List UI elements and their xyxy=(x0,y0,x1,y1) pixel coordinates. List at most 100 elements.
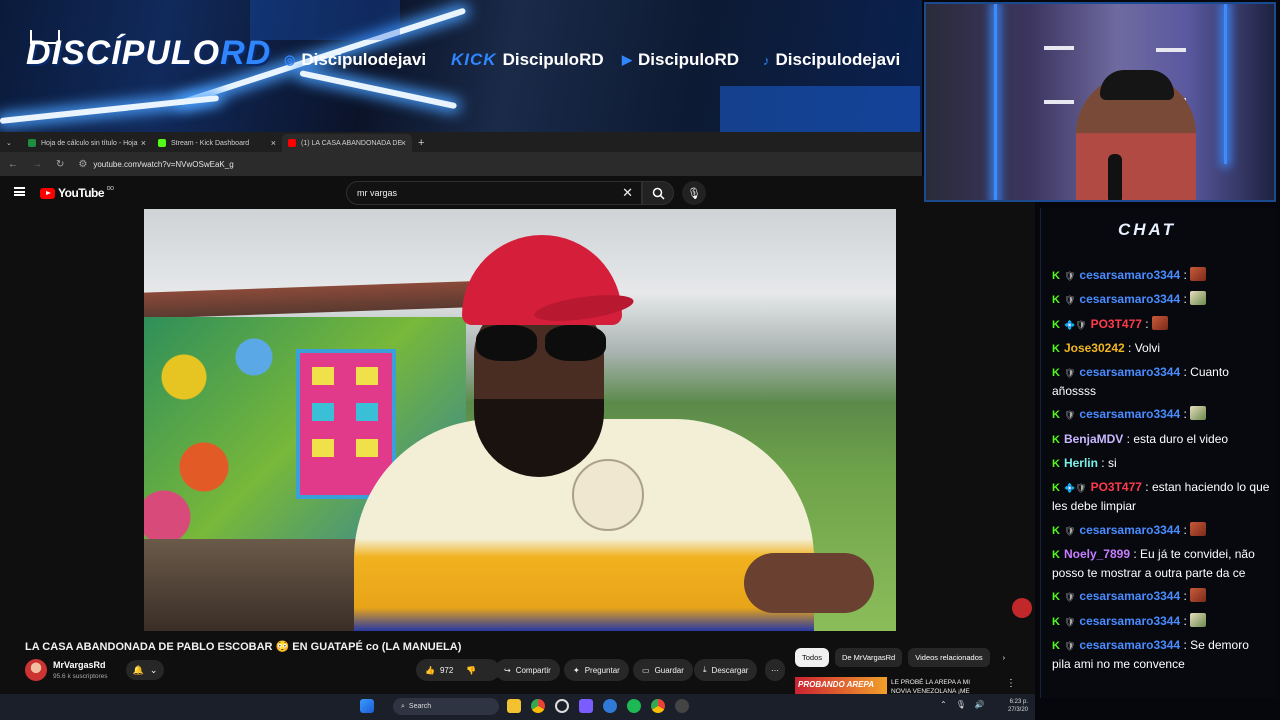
chat-username[interactable]: cesarsamaro3344 xyxy=(1079,365,1180,379)
more-actions-button[interactable]: ⋯ xyxy=(765,659,785,681)
search-icon: ⌕ xyxy=(401,702,405,710)
close-icon[interactable]: × xyxy=(141,138,146,148)
clear-search-icon[interactable]: ✕ xyxy=(622,185,633,201)
tab-sheets[interactable]: Hoja de cálculo sin título - Hoja × xyxy=(22,134,152,152)
kick-icon xyxy=(158,139,166,147)
chat-message: K Jose30242 : Volvi xyxy=(1052,339,1270,358)
discord-icon[interactable] xyxy=(579,699,593,713)
chat-username[interactable]: PO3T477 xyxy=(1091,480,1142,494)
chat-message: K 🛡 cesarsamaro3344 : xyxy=(1052,290,1270,309)
volume-icon: 🔊 xyxy=(974,700,985,709)
emote-icon xyxy=(1190,267,1207,281)
chevron-right-icon[interactable]: › xyxy=(996,648,1013,667)
forward-icon[interactable]: → xyxy=(32,159,42,170)
download-button[interactable]: ⤓ Descargar xyxy=(694,659,758,681)
back-icon[interactable]: ← xyxy=(8,159,18,170)
logo-accent: RD xyxy=(220,34,272,72)
chat-username[interactable]: cesarsamaro3344 xyxy=(1079,638,1180,652)
kick-icon: K xyxy=(1052,639,1060,652)
chat-separator: : xyxy=(1180,613,1191,628)
video-player[interactable] xyxy=(144,209,896,631)
search-input[interactable]: mr vargas ✕ xyxy=(346,181,642,205)
emote-icon xyxy=(1190,588,1207,603)
chat-message: K 🛡 cesarsamaro3344 : Cuanto añossss xyxy=(1052,363,1270,400)
chat-message: K 🛡 cesarsamaro3344 : xyxy=(1052,266,1270,285)
tab-youtube[interactable]: (1) LA CASA ABANDONADA DE × xyxy=(282,134,412,152)
video-title: LA CASA ABANDONADA DE PABLO ESCOBAR 😳 EN… xyxy=(25,641,462,653)
kick-icon: K xyxy=(1052,482,1060,495)
chat-username[interactable]: cesarsamaro3344 xyxy=(1079,292,1180,306)
voice-search-button[interactable]: 🎙 xyxy=(682,181,706,205)
dislike-icon[interactable]: 👎 xyxy=(466,666,476,675)
reload-icon[interactable]: ↻ xyxy=(56,159,64,170)
tab-kick[interactable]: Stream - Kick Dashboard × xyxy=(152,134,282,152)
emote-icon xyxy=(1190,521,1207,536)
kick-icon: K xyxy=(1052,367,1060,380)
chat-username[interactable]: cesarsamaro3344 xyxy=(1079,268,1180,282)
chat-header: CHAT xyxy=(1118,220,1176,239)
chat-username[interactable]: PO3T477 xyxy=(1091,317,1142,331)
tab-list-button[interactable]: ⌄ xyxy=(0,134,22,152)
ask-button[interactable]: ✦ Preguntar xyxy=(564,659,629,681)
chevron-up-icon: ⌃ xyxy=(940,700,947,709)
system-tray[interactable]: ⌃ 🎙 🔊 xyxy=(940,700,985,709)
chip-related[interactable]: Videos relacionados xyxy=(908,648,990,667)
url-field[interactable]: youtube.com/watch?v=NVwOSwEaK_g xyxy=(93,160,233,169)
sheets-icon xyxy=(28,139,36,147)
chat-username[interactable]: cesarsamaro3344 xyxy=(1079,407,1180,421)
chat-username[interactable]: cesarsamaro3344 xyxy=(1079,589,1180,603)
chat-username[interactable]: Noely_7899 xyxy=(1064,547,1130,561)
chip-all[interactable]: Todos xyxy=(795,648,830,667)
like-dislike-group: 👍 972 👎 xyxy=(416,659,500,681)
chat-username[interactable]: Jose30242 xyxy=(1064,341,1125,355)
emote-icon xyxy=(1190,291,1207,306)
app-icon[interactable] xyxy=(555,699,569,713)
bell-icon: 🔔 xyxy=(132,664,144,675)
chat-separator: : xyxy=(1180,522,1191,537)
save-button[interactable]: ▭ Guardar xyxy=(633,659,693,681)
chip-from-channel[interactable]: De MrVargasRd xyxy=(835,648,903,667)
emote-icon xyxy=(1151,315,1168,330)
chat-messages: K 🛡 cesarsamaro3344 : K 🛡 cesarsamaro3344 : … xyxy=(1052,266,1270,678)
chat-username[interactable]: cesarsamaro3344 xyxy=(1079,614,1180,628)
more-icon[interactable]: ⋮ xyxy=(1006,678,1016,689)
like-icon[interactable]: 👍 xyxy=(425,666,435,675)
chat-separator: : xyxy=(1130,546,1141,561)
emote-icon xyxy=(1190,612,1207,627)
chat-username[interactable]: BenjaMDV xyxy=(1064,432,1123,446)
chat-message: K Herlin : si xyxy=(1052,454,1270,473)
chat-separator: : xyxy=(1180,365,1191,380)
chrome-icon[interactable] xyxy=(651,699,665,713)
new-tab-button[interactable]: + xyxy=(412,134,432,152)
notifications-button[interactable]: 🔔 ⌄ xyxy=(126,660,164,680)
kick-icon: K xyxy=(1052,342,1060,355)
like-count[interactable]: 972 xyxy=(440,666,453,675)
emote-icon xyxy=(1012,598,1032,618)
close-icon[interactable]: × xyxy=(271,138,276,148)
browser-tab-bar: ⌄ Hoja de cálculo sin título - Hoja × Str… xyxy=(0,132,922,152)
youtube-logo[interactable]: YouTube DO xyxy=(40,186,114,200)
start-icon[interactable] xyxy=(360,699,374,713)
app-icon[interactable] xyxy=(675,699,689,713)
badge-icon: 🛡 xyxy=(1063,271,1076,281)
youtube-icon xyxy=(288,139,296,147)
spotify-icon[interactable] xyxy=(627,699,641,713)
close-icon[interactable]: × xyxy=(401,138,406,148)
chat-message: K 💠🛡 PO3T477 : xyxy=(1052,315,1270,334)
chat-message: K 🛡 cesarsamaro3344 : Se demoro pila ami n… xyxy=(1052,636,1270,673)
search-button[interactable] xyxy=(642,181,674,205)
chrome-icon[interactable] xyxy=(531,699,545,713)
kick-icon: K xyxy=(1052,548,1060,561)
taskbar-clock[interactable]: 6:23 p. 27/3/20 xyxy=(1008,698,1028,714)
more-icon: ⋯ xyxy=(771,665,779,675)
file-explorer-icon[interactable] xyxy=(507,699,521,713)
chat-username[interactable]: Herlin xyxy=(1064,456,1098,470)
share-button[interactable]: ↪ Compartir xyxy=(495,659,560,681)
chat-username[interactable]: cesarsamaro3344 xyxy=(1079,523,1180,537)
taskbar-search[interactable]: ⌕ Search xyxy=(393,698,499,715)
channel-name[interactable]: MrVargasRd xyxy=(53,660,106,670)
channel-avatar[interactable] xyxy=(25,659,47,681)
site-info-icon[interactable]: ⚙ xyxy=(78,159,87,170)
menu-icon[interactable] xyxy=(14,187,25,196)
app-icon[interactable] xyxy=(603,699,617,713)
